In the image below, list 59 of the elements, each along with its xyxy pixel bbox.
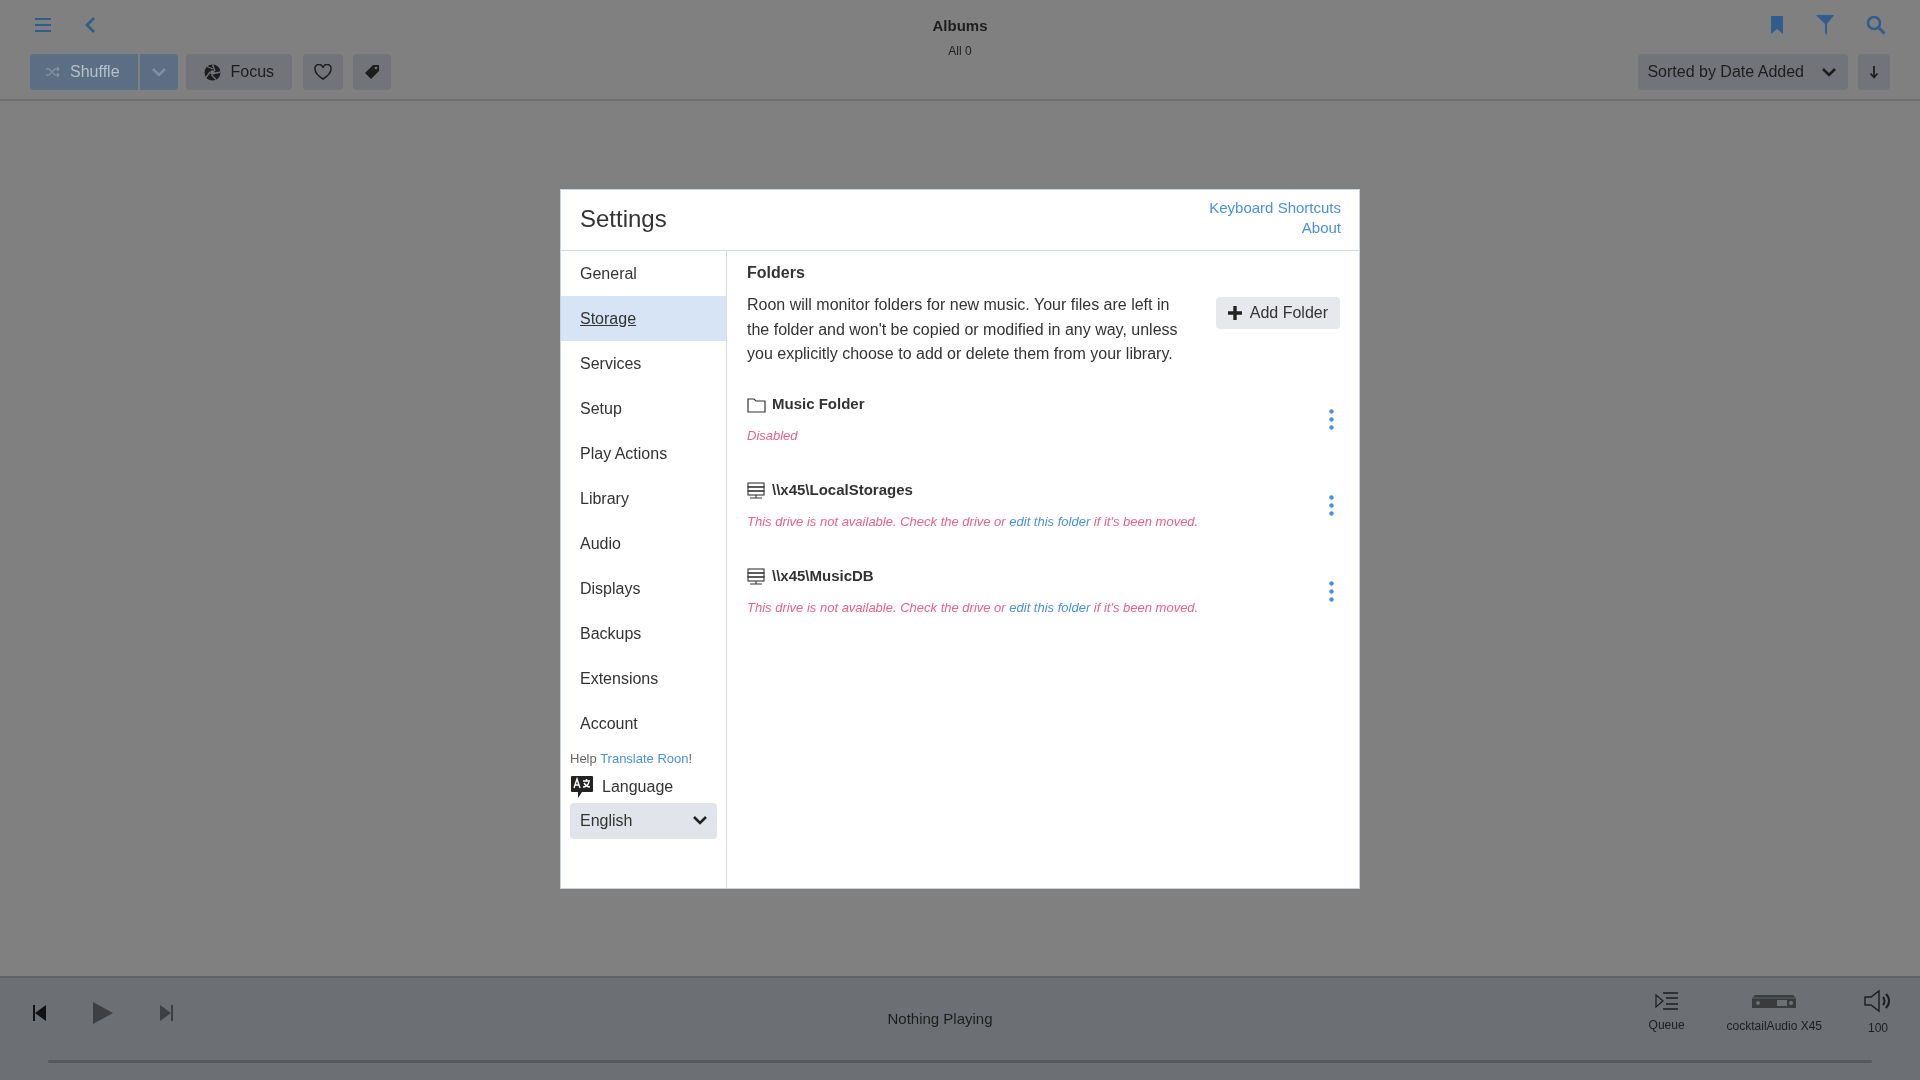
add-folder-button[interactable]: Add Folder — [1215, 297, 1340, 329]
folder-status: Disabled — [747, 426, 799, 445]
album-count: All 0 — [948, 43, 972, 59]
kebab-icon — [1329, 494, 1334, 516]
filter-icon — [1816, 15, 1834, 35]
heart-icon — [314, 64, 333, 80]
folder-name: \\x45\LocalStorages — [772, 480, 913, 500]
focus-button[interactable]: Focus — [185, 54, 293, 90]
section-title: Folders — [747, 263, 806, 283]
help-text: Help Translate Roon! — [569, 750, 694, 768]
tag-button[interactable] — [353, 54, 392, 90]
shuffle-options-button[interactable] — [139, 54, 178, 90]
drive-error-message: This drive is not available. Check the drive or edit this folder if it's been moved. — [747, 598, 1199, 617]
folder-icon — [747, 395, 766, 413]
folder-name: \\x45\MusicDB — [772, 566, 874, 586]
language-label: Language — [602, 776, 674, 797]
page-title: Albums — [932, 17, 988, 35]
back-icon — [84, 16, 96, 34]
sort-direction-button[interactable] — [1858, 54, 1890, 90]
previous-icon — [32, 1005, 46, 1021]
nav-item[interactable]: Storage — [561, 296, 726, 341]
sort-dropdown[interactable]: Sorted by Date Added — [1638, 54, 1848, 90]
folder-name: Music Folder — [772, 394, 865, 414]
now-playing-text: Nothing Playing — [887, 1010, 993, 1027]
chevron-icon — [1822, 67, 1836, 77]
nav-item[interactable]: Displays — [561, 566, 726, 611]
nav-item[interactable]: Setup — [561, 386, 726, 431]
plus-icon — [1227, 306, 1242, 320]
chevron-icon — [693, 816, 707, 825]
nav-item[interactable]: Services — [561, 341, 726, 386]
kebab-icon — [1329, 408, 1334, 430]
nav-item[interactable]: General — [561, 251, 726, 296]
server-icon — [747, 567, 766, 585]
favorite-button[interactable] — [303, 54, 344, 90]
nav-item[interactable]: Extensions — [561, 656, 726, 701]
nav-item[interactable]: Play Actions — [561, 431, 726, 476]
play-icon — [92, 1001, 114, 1025]
search-icon — [1866, 15, 1886, 35]
shuffle-icon — [46, 66, 60, 78]
menu-icon — [34, 17, 52, 33]
speaker-icon — [1864, 989, 1892, 1013]
language-dropdown[interactable]: English — [570, 802, 717, 839]
next-icon — [160, 1005, 174, 1021]
nav-item[interactable]: Backups — [561, 611, 726, 656]
dialog-title: Settings — [580, 204, 667, 234]
tag-icon — [364, 64, 381, 80]
server-icon — [747, 481, 766, 499]
drive-error-message: This drive is not available. Check the drive or edit this folder if it's been moved. — [747, 512, 1199, 531]
kebab-icon — [1329, 580, 1334, 602]
caret-icon — [151, 67, 166, 77]
aperture-icon — [203, 63, 221, 81]
nav-item[interactable]: Audio — [561, 521, 726, 566]
description-text: Roon will monitor folders for new music. Your files are left in the folder and won't be copied or modified in any way, unless you explicitly choose to add or delete them from your library. — [747, 295, 1179, 364]
translate-icon — [570, 774, 594, 799]
nav-item[interactable]: Account — [561, 701, 726, 746]
queue-icon — [1654, 992, 1679, 1010]
bookmark-icon — [1770, 16, 1784, 34]
nav-item[interactable]: Library — [561, 476, 726, 521]
down-arrow-icon — [1869, 65, 1879, 79]
